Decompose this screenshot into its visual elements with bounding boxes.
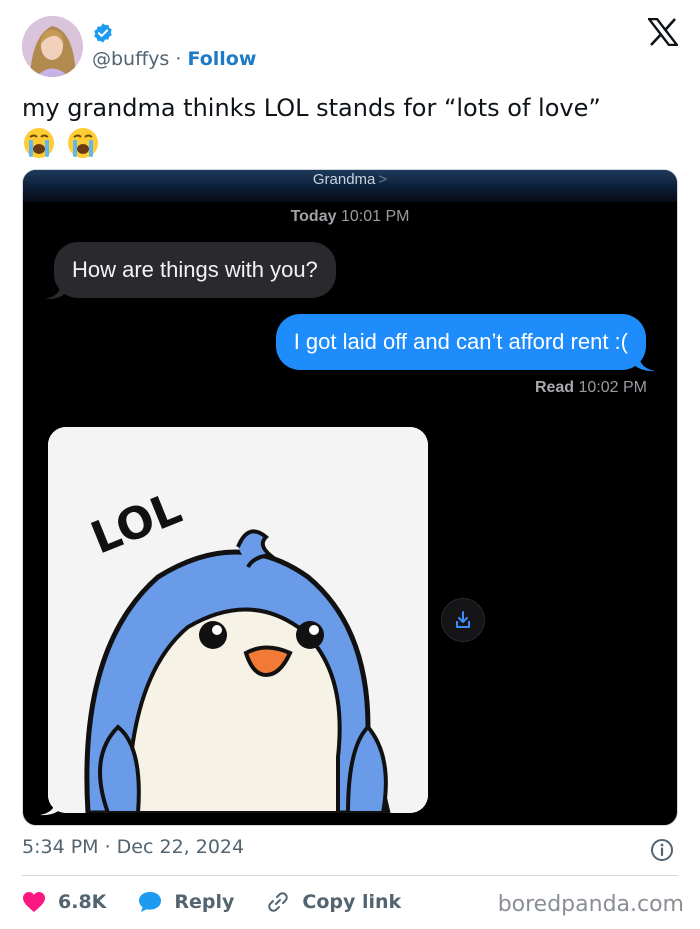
download-icon bbox=[456, 611, 470, 628]
avatar-image bbox=[22, 16, 83, 77]
incoming-message-bubble: How are things with you? bbox=[54, 242, 336, 298]
link-icon bbox=[268, 892, 289, 912]
outgoing-bubble-tail bbox=[633, 354, 655, 372]
like-count: 6.8K bbox=[58, 891, 107, 913]
timestamp-day: Today bbox=[290, 208, 337, 225]
heart-icon bbox=[23, 892, 45, 912]
x-logo-icon[interactable] bbox=[648, 18, 678, 46]
post-actions: 6.8K Reply Copy link bbox=[22, 884, 433, 920]
post-timestamp[interactable]: 5:34 PM · Dec 22, 2024 bbox=[22, 836, 244, 858]
copy-link-label: Copy link bbox=[302, 891, 402, 913]
post-media[interactable]: Grandma > Today 10:01 PM How are things w… bbox=[22, 169, 678, 826]
read-receipt: Read 10:02 PM bbox=[535, 379, 647, 397]
loudly-crying-face-icon bbox=[68, 128, 98, 158]
post-meta-row: 5:34 PM · Dec 22, 2024 bbox=[22, 836, 678, 864]
loudly-crying-face-icon bbox=[24, 128, 54, 158]
contact-name[interactable]: Grandma > bbox=[23, 171, 677, 188]
contact-bar: Grandma > bbox=[23, 170, 677, 202]
reply-label: Reply bbox=[174, 891, 235, 913]
emoji-row bbox=[22, 126, 682, 160]
handle-row: @buffys · Follow bbox=[92, 48, 256, 70]
chevron-right-icon: > bbox=[378, 171, 388, 188]
watermark: boredpanda.com bbox=[497, 892, 684, 917]
separator-dot: · bbox=[175, 48, 182, 70]
post-text-block: my grandma thinks LOL stands for “lots o… bbox=[22, 92, 682, 160]
read-label: Read bbox=[534, 379, 575, 396]
penguin-lol-sticker[interactable]: LOL bbox=[48, 427, 428, 813]
save-sticker-button[interactable] bbox=[441, 598, 485, 642]
message-timestamp: Today 10:01 PM bbox=[23, 208, 677, 226]
incoming-bubble-tail bbox=[45, 282, 67, 300]
like-button[interactable]: 6.8K bbox=[22, 891, 106, 913]
user-handle[interactable]: @buffys bbox=[92, 48, 169, 70]
copy-link-button[interactable]: Copy link bbox=[266, 890, 401, 914]
avatar[interactable] bbox=[22, 16, 83, 77]
verified-badge-icon bbox=[94, 23, 112, 43]
penguin-sticker-image: LOL bbox=[48, 427, 428, 813]
reply-button[interactable]: Reply bbox=[138, 891, 234, 913]
post-header: @buffys · Follow bbox=[22, 16, 682, 78]
reply-bubble-icon bbox=[139, 892, 162, 912]
follow-button[interactable]: Follow bbox=[187, 48, 256, 70]
post-text: my grandma thinks LOL stands for “lots o… bbox=[22, 94, 601, 122]
contact-name-label: Grandma bbox=[312, 171, 376, 188]
outgoing-message-bubble: I got laid off and can’t afford rent :( bbox=[275, 314, 646, 370]
info-icon[interactable] bbox=[650, 838, 674, 862]
divider bbox=[22, 875, 678, 876]
timestamp-time: 10:01 PM bbox=[340, 208, 410, 225]
sticker-bubble-tail bbox=[40, 798, 62, 816]
read-time: 10:02 PM bbox=[578, 379, 647, 396]
